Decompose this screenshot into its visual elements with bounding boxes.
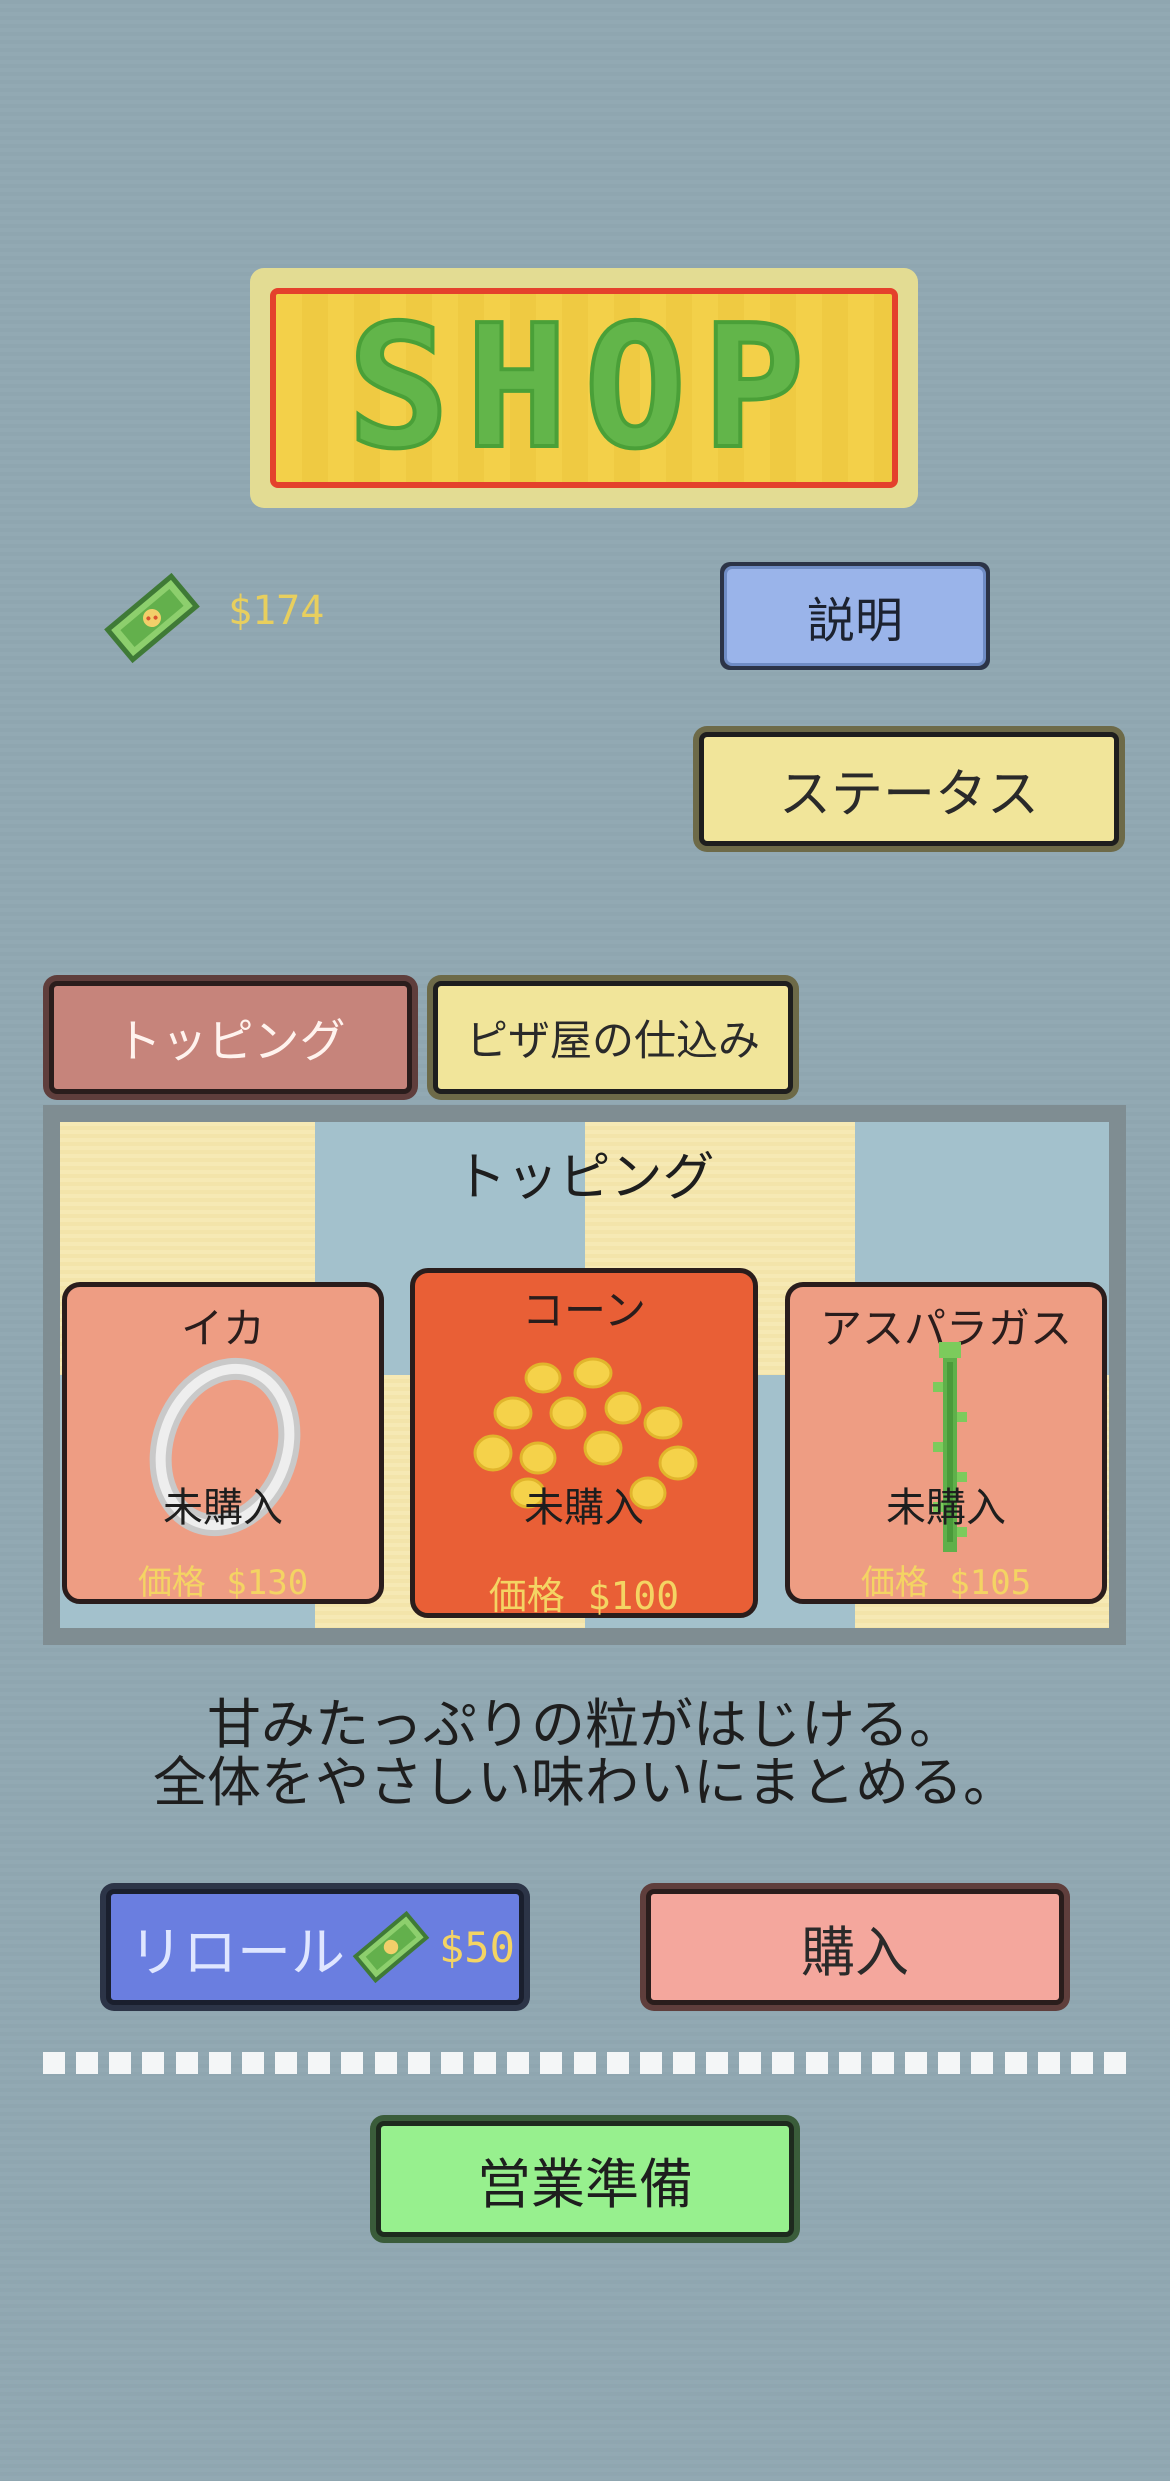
item-description-line2: 全体をやさしい味わいにまとめる。 bbox=[153, 1751, 1017, 1814]
item-name: コーン bbox=[522, 1286, 646, 1335]
item-price: 価格 $130 bbox=[137, 1563, 309, 1603]
item-status: 未購入 bbox=[163, 1485, 283, 1531]
explain-button-label: 説明 bbox=[724, 566, 986, 666]
item-card-corn[interactable]: コーン 未購入 価格 $100 bbox=[410, 1268, 758, 1618]
reroll-button[interactable]: リロール $50 bbox=[100, 1883, 530, 2011]
item-card-squid[interactable]: イカ 未購入 価格 $130 bbox=[62, 1282, 384, 1604]
tab-topping-label: トッピング bbox=[49, 981, 412, 1094]
prepare-business-button[interactable]: 営業準備 bbox=[370, 2115, 800, 2243]
reroll-button-label: リロール bbox=[129, 1920, 345, 1984]
shop-logo-text: SHOP bbox=[345, 289, 821, 487]
shop-logo: SHOP bbox=[270, 288, 898, 488]
buy-button[interactable]: 購入 bbox=[640, 1883, 1070, 2011]
status-button[interactable]: ステータス bbox=[693, 726, 1125, 852]
item-status: 未購入 bbox=[524, 1485, 644, 1531]
item-price: 価格 $100 bbox=[488, 1574, 680, 1618]
tab-topping[interactable]: トッピング bbox=[43, 975, 418, 1100]
money-amount: $174 bbox=[228, 588, 325, 634]
item-card-asparagus[interactable]: アスパラガス 未購入 価格 $105 bbox=[785, 1282, 1107, 1604]
item-description-line1: 甘みたっぷりの粒がはじける。 bbox=[207, 1693, 963, 1756]
tab-pizza-prep[interactable]: ピザ屋の仕込み bbox=[427, 975, 799, 1100]
item-status: 未購入 bbox=[886, 1485, 1006, 1531]
reroll-price: $50 bbox=[439, 1922, 515, 1972]
dotted-divider bbox=[43, 2052, 1126, 2074]
prepare-business-label: 営業準備 bbox=[376, 2121, 794, 2237]
money-bill-icon bbox=[100, 568, 204, 668]
tab-pizza-prep-label: ピザ屋の仕込み bbox=[433, 981, 793, 1094]
panel-title: トッピング bbox=[454, 1148, 715, 1208]
money-bill-icon bbox=[349, 1907, 433, 1987]
item-price: 価格 $105 bbox=[860, 1563, 1032, 1603]
item-name: イカ bbox=[180, 1304, 265, 1353]
buy-button-label: 購入 bbox=[646, 1889, 1064, 2005]
status-button-label: ステータス bbox=[699, 732, 1119, 846]
explain-button[interactable]: 説明 bbox=[720, 562, 990, 670]
